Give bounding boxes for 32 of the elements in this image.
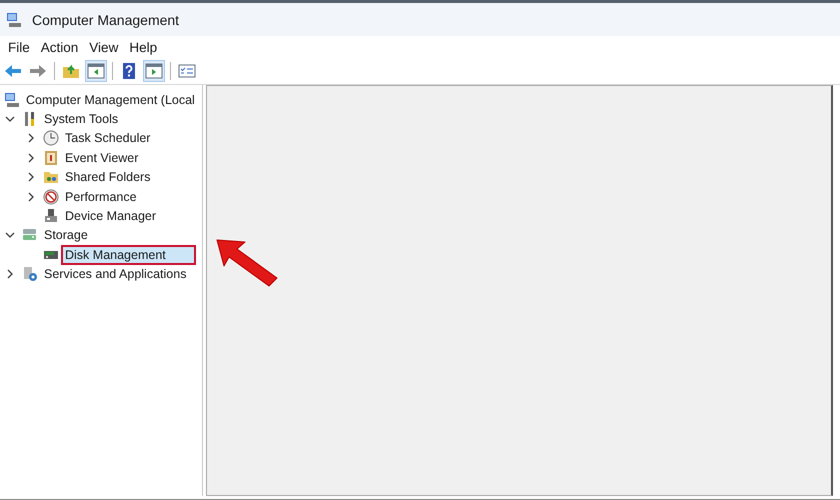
- tree-item[interactable]: System Tools: [40, 109, 122, 130]
- window-title: Computer Management: [32, 12, 180, 28]
- tree-item[interactable]: Shared Folders: [61, 167, 154, 188]
- tree-item[interactable]: Event Viewer: [61, 148, 142, 168]
- menu-item[interactable]: View: [85, 38, 126, 56]
- computer-icon: [6, 12, 22, 28]
- tree-item[interactable]: Task Scheduler: [61, 128, 154, 148]
- menu-item[interactable]: File: [4, 38, 37, 56]
- tree-item[interactable]: Device Manager: [61, 206, 160, 226]
- shared-folder-icon: [43, 169, 59, 186]
- tree-item[interactable]: Storage: [40, 225, 92, 246]
- toolbar-button[interactable]: [143, 60, 165, 82]
- device-icon: [43, 208, 59, 224]
- tree-item[interactable]: Disk Management: [61, 244, 196, 265]
- tree-item[interactable]: Computer Management (Local: [22, 90, 199, 110]
- gauge-icon: [43, 188, 59, 205]
- forward-arrow-icon: [29, 62, 47, 80]
- toolbar-button[interactable]: [85, 60, 107, 82]
- folder-up-icon: [62, 62, 80, 80]
- pane-icon: [87, 62, 105, 80]
- tree-item[interactable]: Services and Applications: [40, 264, 190, 284]
- menu-item[interactable]: Help: [125, 38, 164, 56]
- help-icon: [120, 62, 138, 80]
- computer-icon: [4, 92, 20, 108]
- list-icon: [178, 62, 196, 80]
- services-icon: [22, 266, 38, 282]
- menu-item[interactable]: Action: [36, 38, 86, 56]
- back-arrow-icon: [4, 62, 22, 80]
- clock-icon: [43, 130, 59, 146]
- tree-item[interactable]: Performance: [61, 186, 141, 207]
- pane-icon: [145, 62, 163, 80]
- log-book-icon: [43, 150, 59, 166]
